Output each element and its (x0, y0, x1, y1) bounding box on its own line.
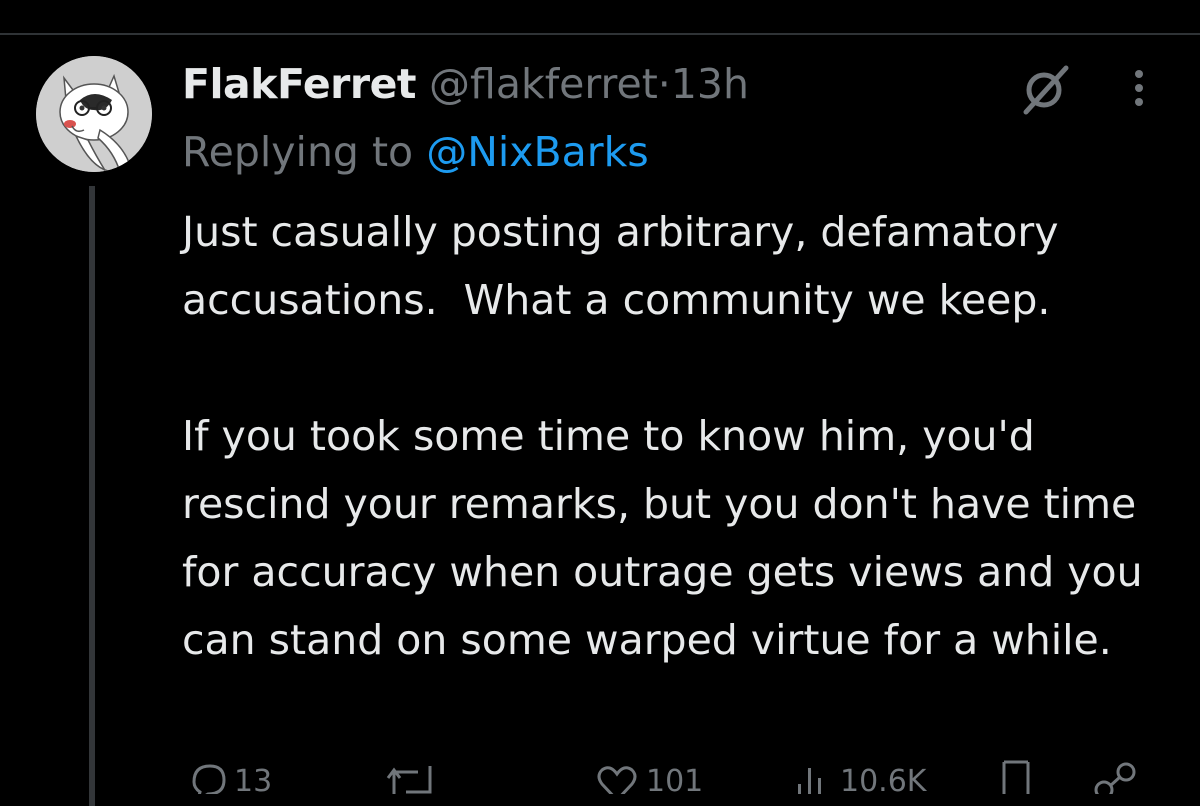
share-icon (1094, 762, 1136, 794)
repost-button[interactable] (384, 760, 448, 794)
tweet-header: FlakFerret @flakferret·13h (182, 56, 749, 112)
replying-to-label: Replying to (182, 128, 414, 176)
share-button[interactable] (1092, 760, 1140, 794)
more-options-icon[interactable] (1124, 60, 1154, 116)
reply-button[interactable]: 13 (186, 760, 272, 794)
reply-count: 13 (234, 764, 273, 794)
author-handle[interactable]: @flakferret (429, 60, 658, 108)
grok-icon[interactable] (1014, 60, 1078, 116)
timestamp[interactable]: 13h (671, 60, 749, 108)
replying-to-mention[interactable]: @NixBarks (426, 128, 649, 176)
views-chart-icon (798, 768, 821, 794)
author-name[interactable]: FlakFerret (182, 60, 417, 108)
tweet-paragraph: Just casually posting arbitrary, defamat… (182, 208, 1072, 324)
author-avatar[interactable] (36, 56, 152, 172)
tweet-actions: 13 101 10.6K (0, 760, 1200, 794)
bookmark-button[interactable] (998, 760, 1034, 794)
reply-icon (192, 764, 226, 794)
views-button[interactable]: 10.6K (792, 760, 926, 794)
top-divider (0, 33, 1200, 35)
thread-line (89, 186, 95, 806)
tweet-paragraph: If you took some time to know him, you'd… (182, 412, 1156, 664)
tweet-text: Just casually posting arbitrary, defamat… (182, 198, 1182, 674)
like-button[interactable]: 101 (596, 760, 703, 794)
heart-icon (597, 766, 637, 794)
like-count: 101 (646, 764, 704, 794)
replying-to: Replying to @NixBarks (182, 124, 649, 180)
bookmark-icon (1002, 760, 1030, 794)
views-count: 10.6K (840, 764, 927, 794)
paragraph-spacer (182, 334, 1182, 402)
ferret-avatar-icon (36, 56, 152, 172)
repost-icon (386, 766, 432, 794)
separator-dot: · (657, 60, 671, 108)
